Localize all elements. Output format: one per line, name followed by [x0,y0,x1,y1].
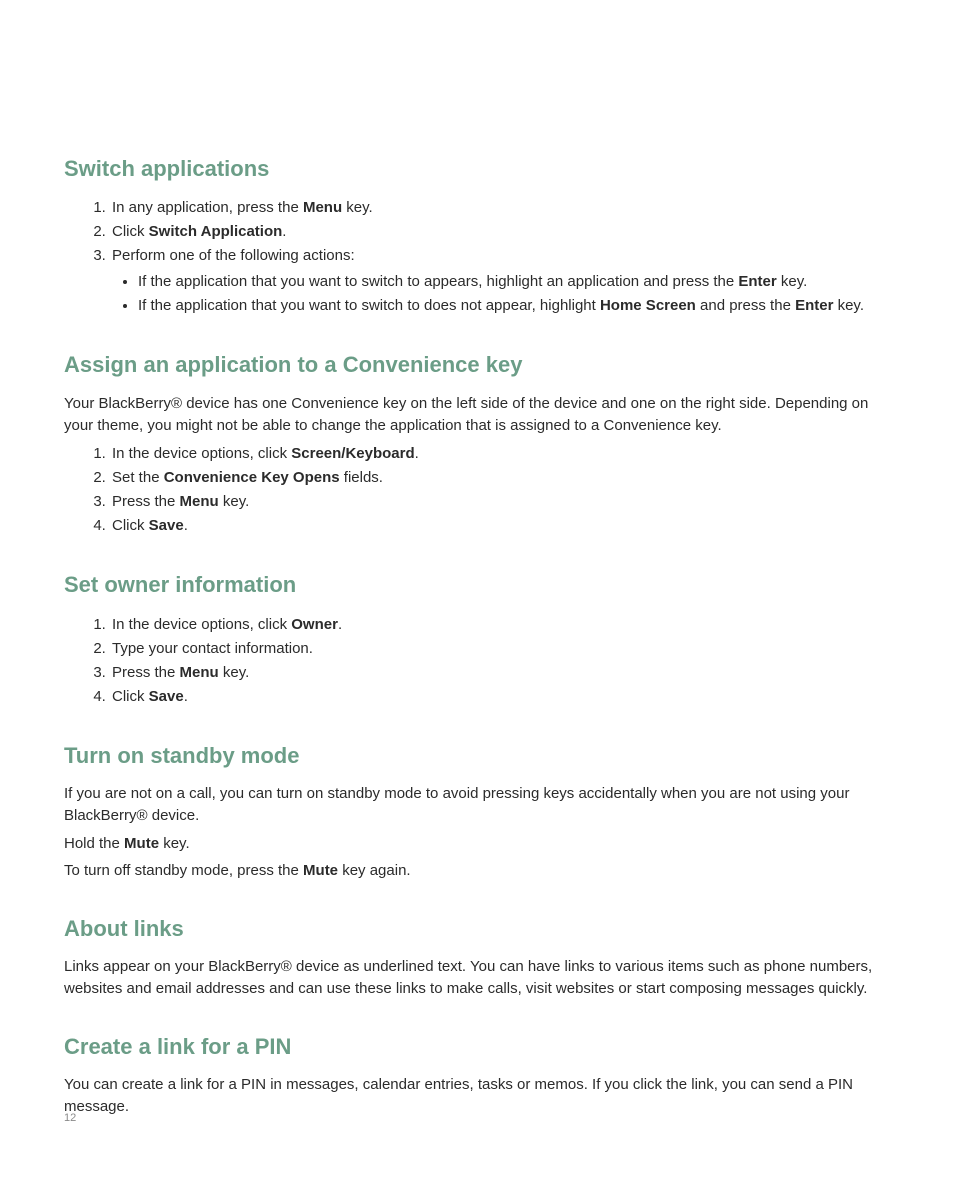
list-item-text: In the device options, click Owner. [112,616,342,633]
list-item: Click Save. [110,685,894,709]
body-paragraph: You can create a link for a PIN in messa… [64,1074,894,1118]
body-paragraph: Your BlackBerry® device has one Convenie… [64,393,894,437]
list-item: Click Save. [110,514,894,538]
section-heading: Create a link for a PIN [64,1034,894,1060]
document-page: Switch applications In any application, p… [0,0,954,1192]
list-item: If the application that you want to swit… [138,294,894,318]
body-paragraph: Hold the Mute key. [64,833,894,855]
numbered-list: In the device options, click Owner. Type … [64,613,894,709]
section: Create a link for a PIN You can create a … [64,1034,894,1118]
list-item: Press the Menu key. [110,661,894,685]
body-paragraph: Links appear on your BlackBerry® device … [64,956,894,1000]
numbered-list: In any application, press the Menu key. C… [64,196,894,318]
page-number: 12 [64,1112,76,1124]
list-item: In the device options, click Screen/Keyb… [110,442,894,466]
list-item-text: If the application that you want to swit… [138,297,864,314]
content-body: Switch applications In any application, p… [64,156,894,1118]
list-item-text: Perform one of the following actions: [112,247,355,264]
list-item-text: Click Save. [112,688,188,705]
list-item: Type your contact information. [110,637,894,661]
list-item-text: Click Save. [112,517,188,534]
bullet-list: If the application that you want to swit… [112,270,894,318]
body-paragraph: If you are not on a call, you can turn o… [64,783,894,827]
section-heading: Switch applications [64,156,894,182]
list-item: Set the Convenience Key Opens fields. [110,466,894,490]
list-item: If the application that you want to swit… [138,270,894,294]
numbered-list: In the device options, click Screen/Keyb… [64,442,894,538]
body-paragraph: To turn off standby mode, press the Mute… [64,860,894,882]
section: Assign an application to a Convenience k… [64,352,894,538]
list-item: Click Switch Application. [110,220,894,244]
section: Switch applications In any application, p… [64,156,894,318]
list-item-text: If the application that you want to swit… [138,273,807,290]
list-item: Perform one of the following actions: If … [110,244,894,318]
list-item: In the device options, click Owner. [110,613,894,637]
list-item: In any application, press the Menu key. [110,196,894,220]
list-item-text: Press the Menu key. [112,493,249,510]
section-heading: About links [64,916,894,942]
list-item-text: In the device options, click Screen/Keyb… [112,445,419,462]
section: About links Links appear on your BlackBer… [64,916,894,1000]
list-item-text: In any application, press the Menu key. [112,199,373,216]
section-heading: Turn on standby mode [64,743,894,769]
section-heading: Assign an application to a Convenience k… [64,352,894,378]
list-item: Press the Menu key. [110,490,894,514]
section-heading: Set owner information [64,572,894,598]
list-item-text: Set the Convenience Key Opens fields. [112,469,383,486]
list-item-text: Type your contact information. [112,640,313,657]
list-item-text: Click Switch Application. [112,223,286,240]
section: Turn on standby mode If you are not on a … [64,743,894,882]
list-item-text: Press the Menu key. [112,664,249,681]
section: Set owner information In the device optio… [64,572,894,708]
